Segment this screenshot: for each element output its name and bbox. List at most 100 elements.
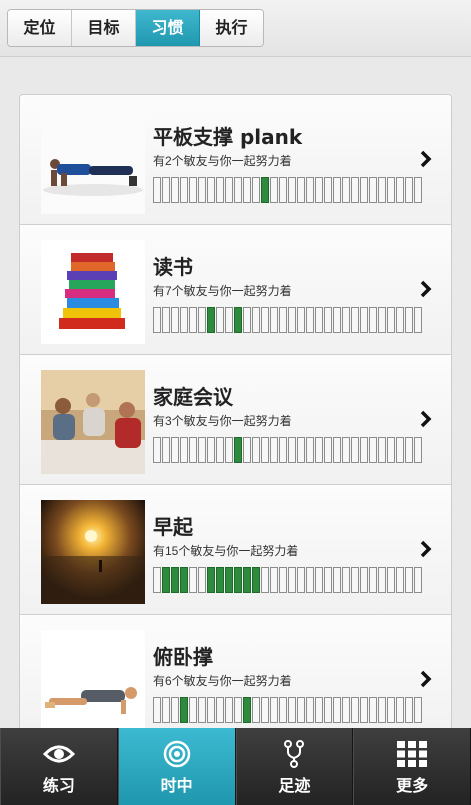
progress-cell-empty	[216, 697, 224, 723]
progress-cell-empty	[405, 437, 413, 463]
progress-cell-empty	[171, 177, 179, 203]
progress-cell-empty	[360, 697, 368, 723]
habit-item-family-meeting[interactable]: 家庭会议 有3个敏友与你一起努力着	[20, 355, 451, 485]
progress-cell-empty	[387, 307, 395, 333]
progress-cell-empty	[378, 177, 386, 203]
progress-cell-empty	[279, 697, 287, 723]
progress-cell-empty	[315, 307, 323, 333]
chevron-right-icon	[420, 280, 432, 298]
progress-cell-empty	[405, 177, 413, 203]
progress-cell-empty	[369, 437, 377, 463]
tab-locate[interactable]: 定位	[8, 10, 72, 46]
habit-progress	[153, 697, 422, 723]
progress-cell-empty	[288, 177, 296, 203]
progress-cell-empty	[378, 697, 386, 723]
tab-goals[interactable]: 目标	[72, 10, 136, 46]
habit-progress	[153, 437, 422, 463]
nav-label: 练习	[42, 776, 75, 795]
progress-cell-done	[171, 567, 179, 593]
progress-cell-empty	[351, 307, 359, 333]
progress-cell-empty	[360, 177, 368, 203]
progress-cell-empty	[198, 437, 206, 463]
progress-cell-empty	[360, 567, 368, 593]
habit-title: 家庭会议	[153, 385, 233, 409]
progress-cell-empty	[270, 697, 278, 723]
progress-cell-empty	[333, 697, 341, 723]
progress-cell-empty	[405, 567, 413, 593]
progress-cell-empty	[216, 177, 224, 203]
habit-title: 读书	[153, 255, 193, 279]
progress-cell-done	[234, 567, 242, 593]
habit-item-reading[interactable]: 读书 有7个敏友与你一起努力着	[20, 225, 451, 355]
progress-cell-done	[234, 307, 242, 333]
progress-cell-empty	[162, 437, 170, 463]
progress-cell-empty	[378, 437, 386, 463]
progress-cell-empty	[351, 697, 359, 723]
progress-cell-empty	[324, 567, 332, 593]
habit-item-early-rising[interactable]: 早起 有15个敏友与你一起努力着	[20, 485, 451, 615]
progress-cell-empty	[414, 177, 422, 203]
progress-cell-empty	[189, 177, 197, 203]
habit-list: 平板支撑 plank 有2个敏友与你一起努力着 读书 有7个敏友与你一起努力着	[19, 94, 452, 736]
progress-cell-empty	[315, 567, 323, 593]
progress-cell-done	[162, 567, 170, 593]
nav-practice[interactable]: 练习	[0, 728, 118, 805]
progress-cell-empty	[396, 177, 404, 203]
habit-title: 平板支撑 plank	[153, 125, 303, 149]
progress-cell-empty	[288, 697, 296, 723]
plank-thumbnail	[41, 110, 145, 214]
nav-more[interactable]: 更多	[353, 728, 471, 805]
progress-cell-empty	[333, 307, 341, 333]
progress-cell-done	[243, 697, 251, 723]
progress-cell-empty	[171, 697, 179, 723]
progress-cell-empty	[369, 177, 377, 203]
progress-cell-empty	[207, 437, 215, 463]
nav-footprint[interactable]: 足迹	[235, 728, 354, 805]
habit-item-pushups[interactable]: 俯卧撑 有6个敏友与你一起努力着	[20, 615, 451, 735]
progress-cell-empty	[414, 567, 422, 593]
progress-cell-empty	[225, 437, 233, 463]
bottom-nav: 练习 时中 足迹 更多	[0, 728, 471, 805]
habit-friends-count: 有6个敏友与你一起努力着	[153, 674, 292, 688]
progress-cell-empty	[270, 307, 278, 333]
nav-timing[interactable]: 时中	[117, 728, 236, 805]
habit-friends-count: 有15个敏友与你一起努力着	[153, 544, 299, 558]
progress-cell-empty	[207, 697, 215, 723]
progress-cell-done	[207, 307, 215, 333]
progress-cell-empty	[396, 697, 404, 723]
progress-cell-empty	[306, 437, 314, 463]
progress-cell-empty	[207, 177, 215, 203]
progress-cell-empty	[306, 177, 314, 203]
progress-cell-empty	[306, 307, 314, 333]
branch-icon	[284, 740, 305, 768]
progress-cell-empty	[378, 307, 386, 333]
progress-cell-empty	[261, 307, 269, 333]
progress-cell-done	[234, 437, 242, 463]
progress-cell-empty	[288, 437, 296, 463]
progress-cell-empty	[153, 567, 161, 593]
top-bar: 定位 目标 习惯 执行	[0, 0, 471, 57]
books-thumbnail	[41, 240, 145, 344]
progress-cell-empty	[360, 307, 368, 333]
progress-cell-empty	[189, 567, 197, 593]
progress-cell-empty	[369, 567, 377, 593]
progress-cell-empty	[288, 307, 296, 333]
eye-icon	[42, 745, 75, 763]
progress-cell-empty	[153, 697, 161, 723]
progress-cell-empty	[225, 697, 233, 723]
habit-item-plank[interactable]: 平板支撑 plank 有2个敏友与你一起努力着	[20, 95, 451, 225]
progress-cell-empty	[171, 307, 179, 333]
progress-cell-empty	[378, 567, 386, 593]
progress-cell-done	[225, 567, 233, 593]
progress-cell-empty	[252, 437, 260, 463]
tab-habits[interactable]: 习惯	[136, 10, 200, 46]
progress-cell-empty	[243, 177, 251, 203]
progress-cell-empty	[360, 437, 368, 463]
progress-cell-empty	[333, 177, 341, 203]
progress-cell-empty	[387, 567, 395, 593]
tab-execute[interactable]: 执行	[200, 10, 263, 46]
progress-cell-empty	[261, 437, 269, 463]
pushup-thumbnail	[41, 630, 145, 734]
family-meeting-thumbnail	[41, 370, 145, 474]
progress-cell-empty	[396, 437, 404, 463]
